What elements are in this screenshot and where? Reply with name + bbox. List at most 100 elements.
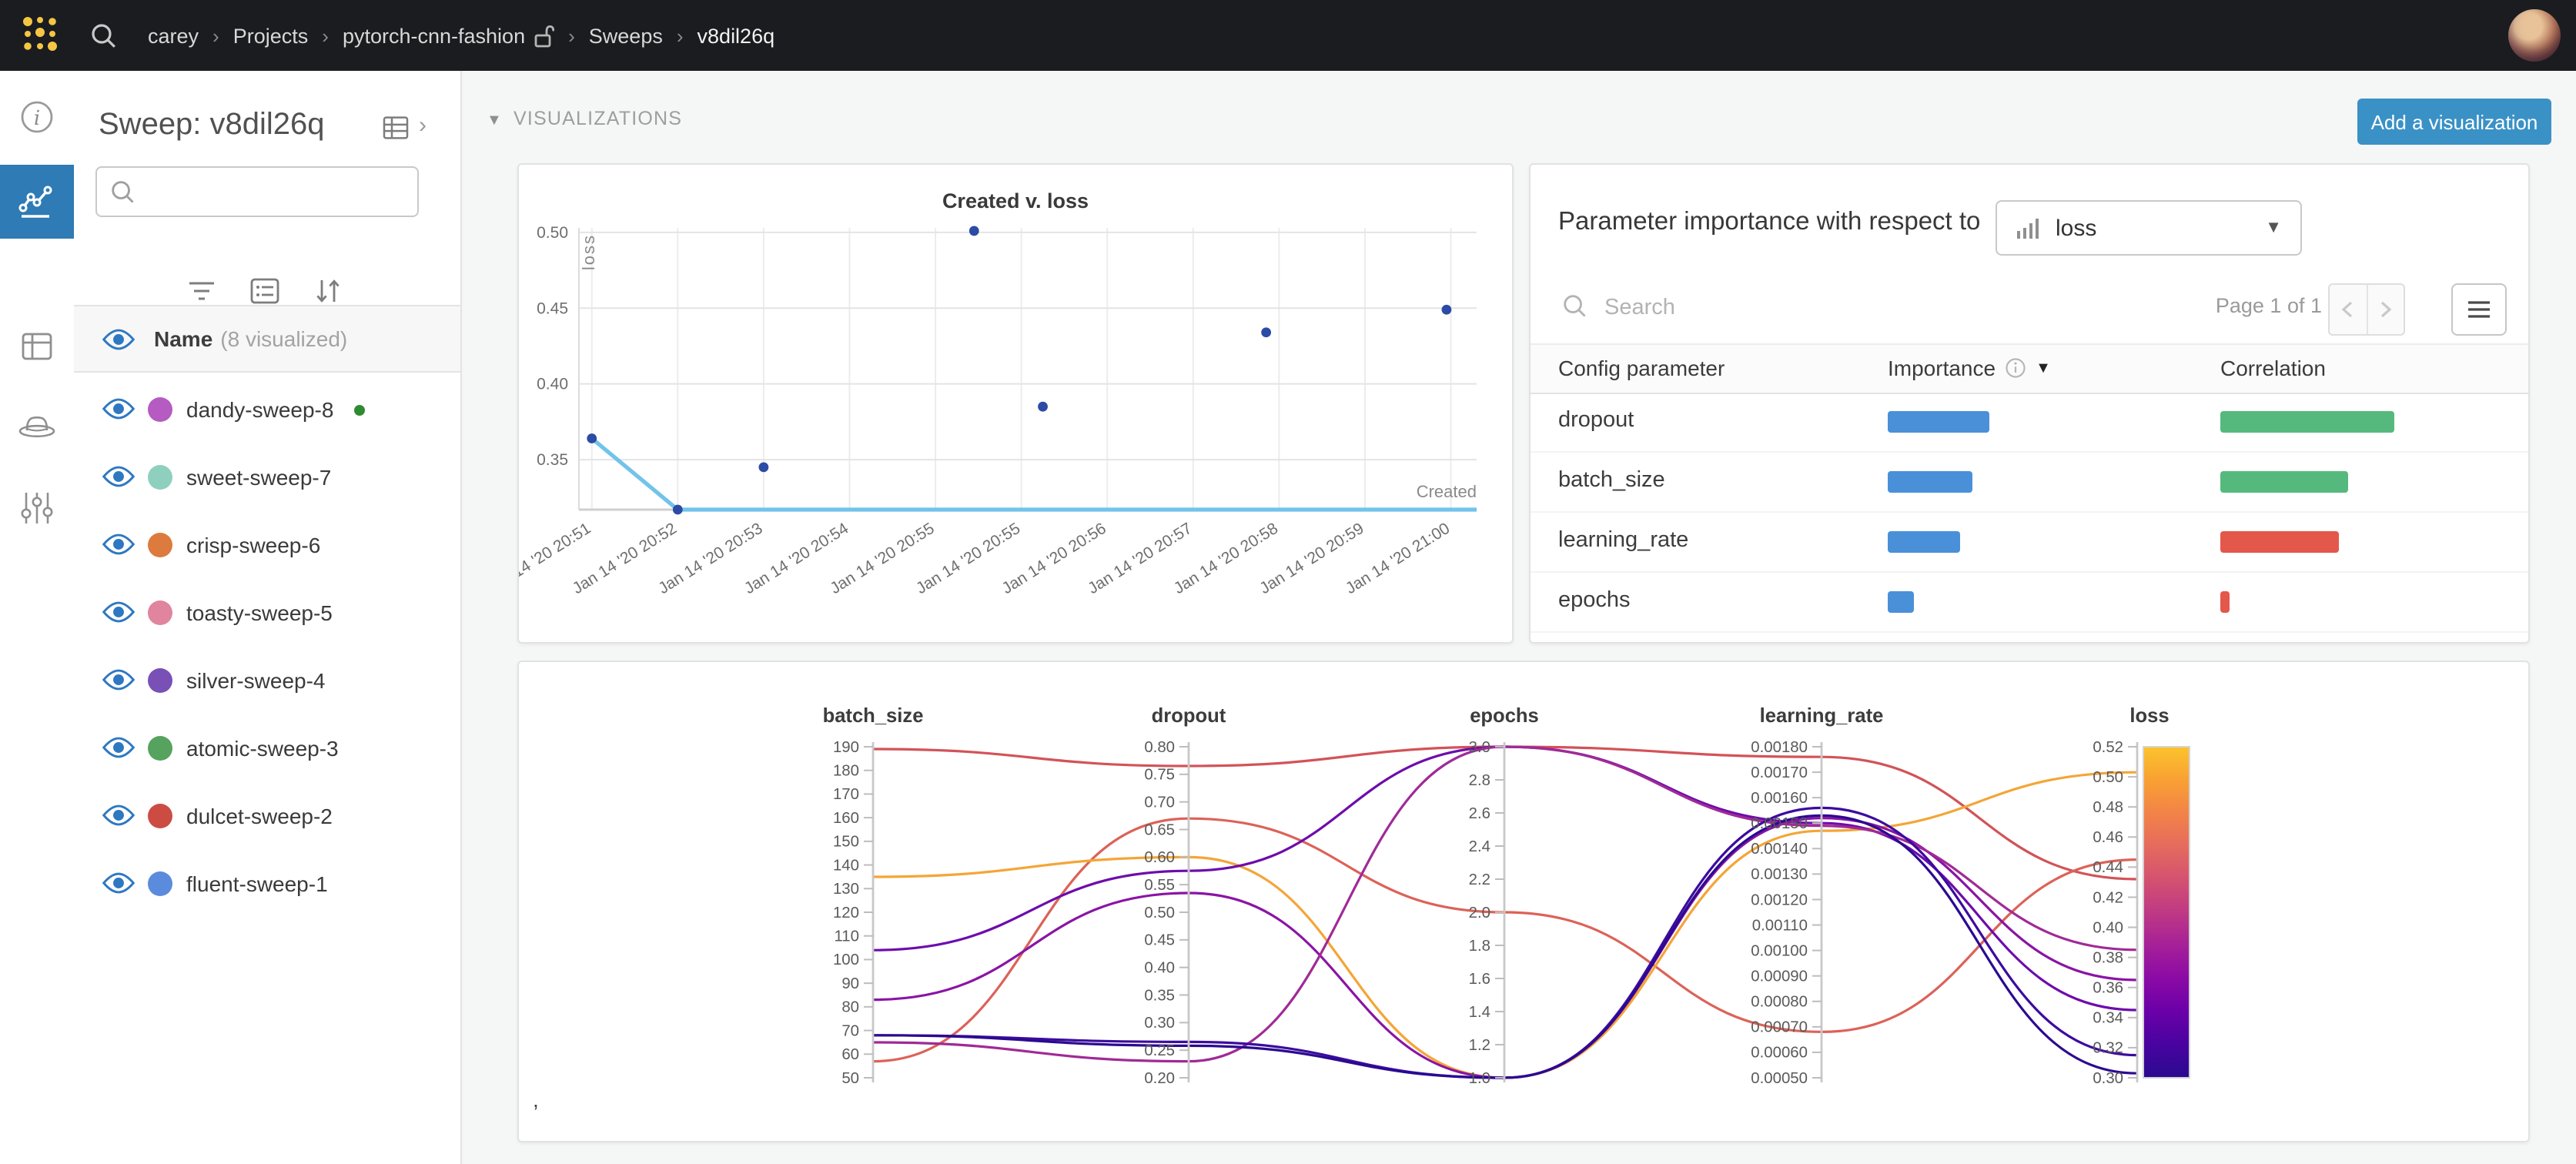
chevron-right-icon: [2379, 300, 2393, 319]
axis-tick-label: 100: [833, 952, 859, 968]
info-circle-icon: [2005, 357, 2026, 379]
search-icon: [1561, 293, 1587, 319]
visibility-eye-icon[interactable]: [102, 327, 135, 350]
visibility-eye-icon[interactable]: [102, 871, 135, 895]
col-importance-label: Importance: [1888, 356, 1996, 380]
visibility-eye-icon[interactable]: [102, 736, 135, 759]
axis-tick-label: 0.00050: [1751, 1070, 1808, 1087]
breadcrumb-item[interactable]: pytorch-cnn-fashion: [343, 24, 525, 47]
breadcrumb-item[interactable]: carey: [148, 24, 199, 47]
importance-table-row[interactable]: epochs: [1531, 573, 2528, 633]
config-parameter-name: epochs: [1558, 588, 1631, 613]
run-name[interactable]: toasty-sweep-5: [186, 600, 333, 625]
created-vs-loss-chart[interactable]: Jan 14 '20 20:51Jan 14 '20 20:52Jan 14 '…: [519, 165, 1512, 642]
run-row[interactable]: sweet-sweep-7: [74, 443, 460, 511]
axis-tick-label: 50: [841, 1070, 859, 1087]
metric-select-dropdown[interactable]: loss ▼: [1996, 200, 2302, 256]
scatter-point[interactable]: [1261, 327, 1271, 337]
breadcrumb: carey›Projects›pytorch-cnn-fashion›Sweep…: [148, 24, 774, 47]
axis-title: loss: [2129, 705, 2169, 727]
prev-page-button[interactable]: [2330, 285, 2367, 334]
visibility-eye-icon[interactable]: [102, 804, 135, 827]
axis-batch_size[interactable]: batch_size190180170160150140130120110100…: [823, 705, 924, 1087]
run-row[interactable]: silver-sweep-4: [74, 647, 460, 714]
axis-tick-label: 0.20: [1144, 1070, 1175, 1087]
run-color-dot: [148, 668, 172, 693]
axis-title: epochs: [1470, 705, 1539, 727]
visibility-eye-icon[interactable]: [102, 600, 135, 624]
scatter-point[interactable]: [758, 463, 768, 473]
run-name[interactable]: sweet-sweep-7: [186, 465, 331, 490]
run-name[interactable]: fluent-sweep-1: [186, 871, 328, 896]
table-menu-button[interactable]: [2451, 283, 2507, 336]
run-name[interactable]: crisp-sweep-6: [186, 533, 320, 557]
sort-icon[interactable]: [311, 274, 345, 308]
runs-search-input[interactable]: [143, 172, 411, 211]
axis-title: batch_size: [823, 705, 924, 727]
run-row[interactable]: toasty-sweep-5: [74, 579, 460, 647]
rail-item-info[interactable]: i: [0, 80, 74, 154]
add-visualization-button[interactable]: Add a visualization: [2357, 99, 2551, 145]
run-color-dot: [148, 736, 172, 761]
wandb-logo-icon[interactable]: [18, 14, 62, 57]
rail-item-hyperparameters[interactable]: [0, 471, 74, 545]
axis-epochs[interactable]: epochs3.02.82.62.42.22.01.81.61.41.21.0: [1469, 705, 1539, 1087]
group-list-icon[interactable]: [248, 274, 282, 308]
run-name[interactable]: dandy-sweep-8: [186, 397, 333, 422]
importance-bar: [1888, 531, 1960, 553]
visibility-eye-icon[interactable]: [102, 533, 135, 556]
y-tick-label: 0.45: [537, 299, 568, 317]
scatter-point[interactable]: [1442, 305, 1452, 315]
axis-tick-label: 0.00120: [1751, 891, 1808, 908]
breadcrumb-item[interactable]: v8dil26q: [698, 24, 775, 47]
axis-loss[interactable]: loss0.520.500.480.460.440.420.400.380.36…: [2093, 705, 2190, 1087]
run-row[interactable]: dulcet-sweep-2: [74, 782, 460, 850]
axis-tick-label: 0.40: [1144, 959, 1175, 976]
col-correlation: Correlation: [2220, 356, 2326, 380]
run-row[interactable]: crisp-sweep-6: [74, 511, 460, 579]
axis-learning_rate[interactable]: learning_rate0.001800.001700.001600.0015…: [1751, 705, 1883, 1087]
next-page-button[interactable]: [2367, 285, 2404, 334]
axis-tick-label: 0.35: [1144, 987, 1175, 1004]
axis-tick-label: 180: [833, 763, 859, 780]
rail-item-table[interactable]: [0, 309, 74, 383]
run-row[interactable]: dandy-sweep-8: [74, 376, 460, 443]
importance-table-row[interactable]: batch_size: [1531, 453, 2528, 513]
y-tick-label: 0.40: [537, 376, 568, 393]
expand-table-chevron-icon[interactable]: ›: [419, 112, 427, 139]
importance-table-row[interactable]: dropout: [1531, 393, 2528, 453]
pagination-label: Page 1 of 1: [2216, 294, 2322, 317]
scatter-point[interactable]: [673, 505, 683, 515]
line-chart-icon: [17, 182, 57, 222]
run-name[interactable]: silver-sweep-4: [186, 668, 326, 693]
filter-icon[interactable]: [185, 274, 219, 308]
visualizations-section-header[interactable]: ▼VISUALIZATIONS: [487, 108, 682, 129]
breadcrumb-item[interactable]: Projects: [233, 24, 309, 47]
runs-table-icon[interactable]: [380, 112, 411, 143]
scatter-point[interactable]: [969, 226, 979, 236]
axis-tick-label: 1.4: [1469, 1004, 1490, 1021]
run-row[interactable]: atomic-sweep-3: [74, 714, 460, 782]
runs-list-header[interactable]: Name (8 visualized): [74, 305, 460, 373]
breadcrumb-item[interactable]: Sweeps: [589, 24, 663, 47]
run-name[interactable]: dulcet-sweep-2: [186, 804, 333, 828]
global-search-icon[interactable]: [89, 22, 117, 49]
sort-desc-icon: ▼: [2036, 360, 2051, 376]
visibility-eye-icon[interactable]: [102, 668, 135, 691]
visibility-eye-icon[interactable]: [102, 465, 135, 488]
importance-search-input[interactable]: [1601, 288, 1977, 328]
run-name[interactable]: atomic-sweep-3: [186, 736, 339, 761]
scatter-point[interactable]: [1038, 402, 1048, 412]
parallel-coordinates-chart[interactable]: batch_size190180170160150140130120110100…: [519, 662, 2525, 1138]
run-row[interactable]: fluent-sweep-1: [74, 850, 460, 918]
axis-tick-label: 0.00140: [1751, 841, 1808, 858]
axis-tick-label: 0.32: [2093, 1040, 2123, 1057]
col-importance-sortable[interactable]: Importance ▼: [1888, 356, 2051, 380]
rail-item-sweeps[interactable]: [0, 388, 74, 462]
rail-item-charts[interactable]: [0, 165, 74, 239]
axis-tick-label: 0.34: [2093, 1010, 2123, 1027]
user-avatar[interactable]: [2508, 9, 2561, 62]
importance-table-row[interactable]: learning_rate: [1531, 513, 2528, 573]
scatter-point[interactable]: [587, 433, 597, 443]
visibility-eye-icon[interactable]: [102, 397, 135, 420]
